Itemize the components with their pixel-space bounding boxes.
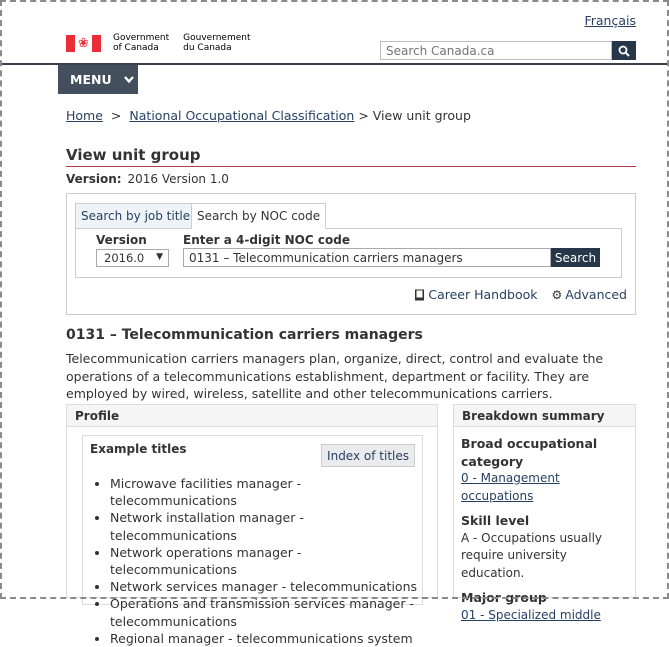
title-underline: [66, 166, 636, 167]
signature-french: Gouvernement du Canada: [183, 33, 251, 53]
version-select[interactable]: 2016.0 ▼: [96, 249, 169, 267]
index-of-titles-button[interactable]: Index of titles: [321, 444, 415, 467]
search-icon: [618, 45, 630, 57]
menu-button[interactable]: MENU: [58, 65, 138, 94]
book-icon: [415, 289, 425, 300]
breakdown-heading: Breakdown summary: [454, 405, 635, 427]
version-value: 2016 Version 1.0: [127, 172, 229, 186]
list-item: Regional manager - telecommunications sy…: [110, 630, 421, 647]
breadcrumb-current: > View unit group: [358, 108, 471, 123]
select-arrow-icon: ▼: [156, 252, 163, 262]
tab-search-by-job-title[interactable]: Search by job title: [75, 203, 197, 229]
list-item: Operations and transmission services man…: [110, 595, 421, 629]
profile-heading: Profile: [67, 405, 437, 427]
noc-description: Telecommunication carriers managers plan…: [66, 351, 604, 401]
noc-unit-title: 0131 – Telecommunication carriers manage…: [66, 327, 423, 343]
advanced-search-link[interactable]: ⚙ Advanced: [551, 287, 627, 302]
breadcrumb: Home > National Occupational Classificatio…: [66, 108, 471, 123]
example-titles-box: Example titles Index of titles Microwave…: [82, 435, 423, 646]
skill-level-text: A - Occupations usually require universi…: [461, 530, 603, 580]
chevron-down-icon: [123, 75, 134, 83]
noc-search-panel: Search by job title Search by NOC code V…: [66, 193, 636, 315]
noc-code-input[interactable]: 0131 – Telecommunication carriers manage…: [183, 248, 551, 267]
version-line: Version: 2016 Version 1.0: [66, 172, 229, 186]
list-item: Network services manager - telecommunica…: [110, 578, 421, 595]
noc-search-button[interactable]: Search: [551, 248, 600, 267]
site-search: [380, 41, 636, 60]
noc-search-form: Version Enter a 4-digit NOC code 2016.0 …: [75, 228, 622, 278]
language-toggle-link[interactable]: Français: [584, 13, 636, 28]
breadcrumb-home[interactable]: Home: [66, 108, 103, 123]
breadcrumb-noc[interactable]: National Occupational Classification: [129, 108, 354, 123]
example-titles-heading: Example titles: [90, 442, 187, 456]
broad-category-link[interactable]: 0 - Management occupations: [461, 471, 560, 503]
list-item: Network installation manager - telecommu…: [110, 509, 421, 543]
canada-flag-icon: ❀: [66, 34, 101, 52]
profile-panel: Profile Example titles Index of titles M…: [66, 404, 438, 646]
example-titles-list: Microwave facilities manager - telecommu…: [91, 475, 421, 647]
gear-icon: ⚙: [551, 287, 563, 302]
list-item: Microwave facilities manager - telecommu…: [110, 475, 421, 509]
career-handbook-link[interactable]: Career Handbook: [414, 287, 537, 302]
skill-level-heading: Skill level: [461, 513, 530, 528]
noc-code-label: Enter a 4-digit NOC code: [183, 233, 350, 247]
list-item: Network operations manager - telecommuni…: [110, 544, 421, 578]
breakdown-summary-panel: Breakdown summary Broad occupational cat…: [453, 404, 636, 622]
broad-category-heading: Broad occupational category: [461, 436, 598, 469]
version-select-label: Version: [96, 233, 147, 247]
major-group-heading: Major group: [461, 590, 547, 605]
site-search-button[interactable]: [612, 41, 636, 60]
site-search-input[interactable]: [380, 41, 612, 60]
signature-english: Government of Canada: [113, 33, 170, 53]
major-group-link[interactable]: 01 - Specialized middle: [461, 608, 601, 622]
page-title: View unit group: [66, 146, 201, 164]
government-signature[interactable]: ❀ Government of Canada Gouvernement du C…: [66, 33, 265, 53]
tab-search-by-noc-code[interactable]: Search by NOC code: [191, 203, 327, 229]
